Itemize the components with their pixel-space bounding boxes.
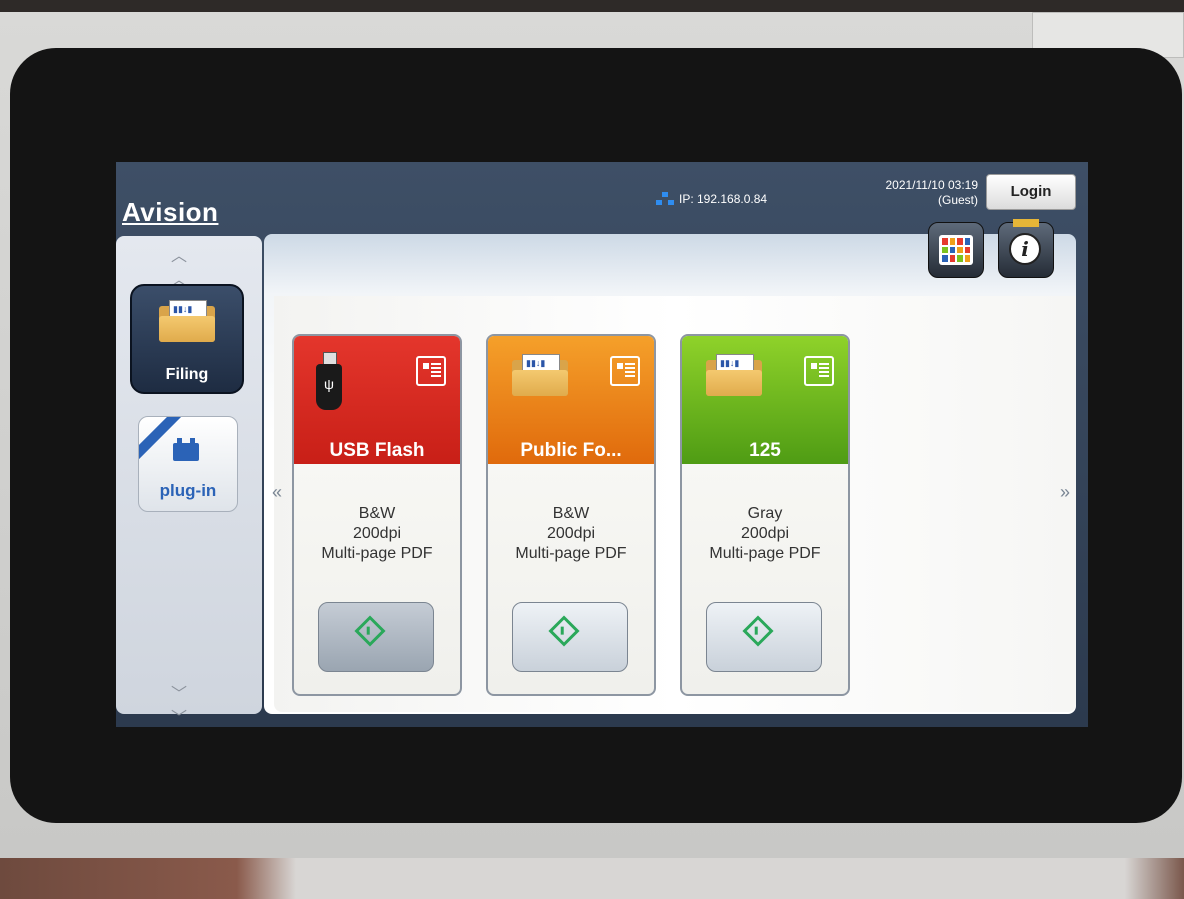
scroll-down-icon[interactable]: ﹀ ﹀ xyxy=(171,680,187,727)
start-icon xyxy=(548,615,580,647)
card-title: 125 xyxy=(749,440,781,461)
next-page-arrow[interactable]: » xyxy=(1060,482,1070,503)
card-header: ψ USB Flash xyxy=(294,336,460,464)
card-header: 125 xyxy=(682,336,848,464)
info-button[interactable]: i xyxy=(998,219,1054,278)
list-settings-icon[interactable] xyxy=(610,356,640,386)
mode-filing-button[interactable]: Filing xyxy=(130,284,244,394)
start-icon xyxy=(354,615,386,647)
file-format: Multi-page PDF xyxy=(515,545,627,562)
color-mode: B&W xyxy=(552,505,590,522)
current-user: (Guest) xyxy=(937,193,978,207)
scroll-up-icon[interactable]: ︿ ︿ xyxy=(171,242,187,290)
network-icon xyxy=(656,192,674,206)
profile-card-public-folder[interactable]: Public Fo... B&W 200dpi Multi-page PDF xyxy=(486,334,656,696)
device-base xyxy=(0,858,1184,899)
app-grid-icon xyxy=(939,235,973,265)
start-button[interactable] xyxy=(706,602,822,672)
resolution: 200dpi xyxy=(740,525,790,542)
start-button[interactable] xyxy=(318,602,434,672)
start-icon xyxy=(742,615,774,647)
folder-icon xyxy=(159,300,215,342)
touch-screen: Avision IP: 192.168.0.84 2021/11/10 03:1… xyxy=(116,162,1088,727)
info-tab xyxy=(1013,219,1039,227)
plugin-icon xyxy=(173,438,199,461)
profile-card-125[interactable]: 125 Gray 200dpi Multi-page PDF xyxy=(680,334,850,696)
previous-page-arrow[interactable]: « xyxy=(272,482,282,503)
mode-plugin-button[interactable]: plug-in xyxy=(138,416,238,512)
start-button[interactable] xyxy=(512,602,628,672)
file-format: Multi-page PDF xyxy=(321,545,433,562)
mode-sidebar: ︿︿ Filing plug-in ﹀﹀ xyxy=(116,236,262,727)
login-button[interactable]: Login xyxy=(986,174,1076,210)
list-settings-icon[interactable] xyxy=(416,356,446,386)
mode-filing-label: Filing xyxy=(165,366,209,383)
card-title: USB Flash xyxy=(329,440,425,461)
folder-icon xyxy=(512,354,568,396)
ip-status: IP: 192.168.0.84 xyxy=(656,192,767,206)
card-settings: Gray 200dpi Multi-page PDF xyxy=(682,504,848,564)
color-mode: Gray xyxy=(747,505,783,522)
info-icon: i xyxy=(1009,233,1041,265)
folder-icon xyxy=(706,354,762,396)
card-header: Public Fo... xyxy=(488,336,654,464)
profile-card-usb-flash[interactable]: ψ USB Flash B&W 200dpi Multi-page PDF xyxy=(292,334,462,696)
brand-logo: Avision xyxy=(122,197,219,227)
mode-plugin-label: plug-in xyxy=(159,481,217,500)
card-title: Public Fo... xyxy=(520,440,622,461)
datetime-text: 2021/11/10 03:19 xyxy=(885,178,978,192)
color-mode: B&W xyxy=(358,505,396,522)
card-settings: B&W 200dpi Multi-page PDF xyxy=(488,504,654,564)
datetime-display: 2021/11/10 03:19 (Guest) xyxy=(844,178,978,208)
card-settings: B&W 200dpi Multi-page PDF xyxy=(294,504,460,564)
resolution: 200dpi xyxy=(546,525,596,542)
usb-flash-icon: ψ xyxy=(316,352,342,410)
resolution: 200dpi xyxy=(352,525,402,542)
list-settings-icon[interactable] xyxy=(804,356,834,386)
ip-address: IP: 192.168.0.84 xyxy=(679,192,768,206)
file-format: Multi-page PDF xyxy=(709,545,821,562)
app-grid-button[interactable] xyxy=(928,222,984,278)
